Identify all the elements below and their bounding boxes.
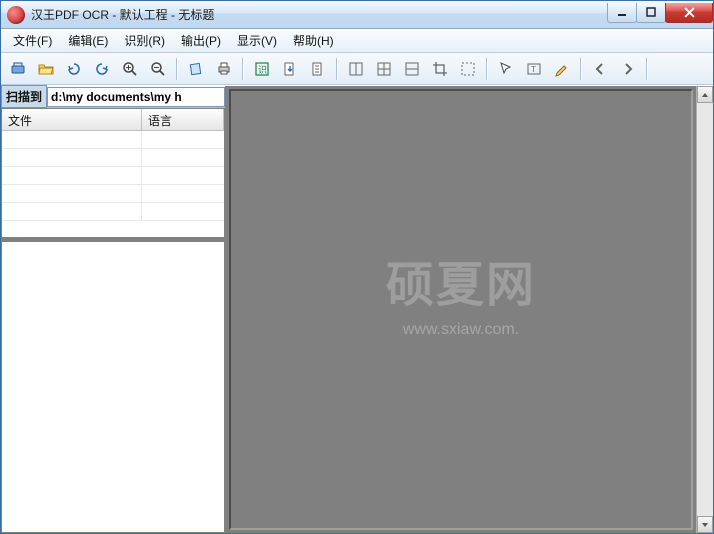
menu-view[interactable]: 显示(V) [229,29,285,52]
select-region-button[interactable] [455,56,481,82]
menu-file[interactable]: 文件(F) [5,29,60,52]
canvas-area: 硕夏网 www.sxiaw.com. [226,86,713,533]
app-window: 汉王PDF OCR - 默认工程 - 无标题 文件(F) 编辑(E) 识别(R)… [0,0,714,534]
table-row[interactable] [2,203,224,221]
menu-output[interactable]: 输出(P) [173,29,229,52]
zoom-in-button[interactable] [117,56,143,82]
svg-text:识: 识 [258,65,267,75]
svg-text:T: T [531,65,536,74]
pointer-button[interactable] [493,56,519,82]
table-row[interactable] [2,131,224,149]
menu-help[interactable]: 帮助(H) [285,29,342,52]
rotate-left-button[interactable] [61,56,87,82]
scan-to-label: 扫描到 [1,85,47,108]
app-icon [7,6,25,24]
table-row[interactable] [2,149,224,167]
layout-3-button[interactable] [399,56,425,82]
maximize-button[interactable] [636,3,666,23]
toolbar-separator [580,58,582,80]
menu-bar: 文件(F) 编辑(E) 识别(R) 输出(P) 显示(V) 帮助(H) [1,29,713,53]
prev-button[interactable] [587,56,613,82]
title-bar[interactable]: 汉王PDF OCR - 默认工程 - 无标题 [1,1,713,29]
layout-1-button[interactable] [343,56,369,82]
zoom-out-button[interactable] [145,56,171,82]
file-table-body[interactable] [2,131,224,237]
table-row[interactable] [2,167,224,185]
edit-button[interactable] [549,56,575,82]
open-button[interactable] [33,56,59,82]
export-button[interactable] [277,56,303,82]
rotate-right-button[interactable] [89,56,115,82]
print-button[interactable] [211,56,237,82]
watermark-text: 硕夏网 [386,245,536,315]
scan-path-field[interactable]: d:\my documents\my h [47,87,225,107]
menu-edit[interactable]: 编辑(E) [60,29,116,52]
toolbar-separator [176,58,178,80]
vertical-scrollbar[interactable] [696,86,713,533]
scan-destination-bar: 扫描到 d:\my documents\my h [1,86,225,108]
window-title: 汉王PDF OCR - 默认工程 - 无标题 [31,6,608,23]
scroll-track[interactable] [697,103,713,516]
toolbar-separator [336,58,338,80]
text-region-button[interactable]: T [521,56,547,82]
layout-2-button[interactable] [371,56,397,82]
col-file-header[interactable]: 文件 [2,109,142,130]
crop-button[interactable] [427,56,453,82]
close-button[interactable] [665,3,713,23]
file-table-header: 文件 语言 [2,109,224,131]
settings-button[interactable] [305,56,331,82]
scroll-down-button[interactable] [697,516,713,533]
toolbar-separator [646,58,648,80]
toolbar: 识 T [1,53,713,85]
toolbar-separator [486,58,488,80]
table-row[interactable] [2,185,224,203]
scanner-button[interactable] [5,56,31,82]
left-panel: 扫描到 d:\my documents\my h 文件 语言 [1,86,226,533]
deskew-button[interactable] [183,56,209,82]
file-table: 文件 语言 [1,108,225,238]
menu-recognize[interactable]: 识别(R) [116,29,173,52]
preview-panel[interactable] [1,241,225,533]
watermark: 硕夏网 www.sxiaw.com. [386,245,536,339]
minimize-button[interactable] [607,3,637,23]
next-button[interactable] [615,56,641,82]
watermark-url: www.sxiaw.com. [386,321,536,339]
workspace: 扫描到 d:\my documents\my h 文件 语言 [1,85,713,533]
recognize-button[interactable]: 识 [249,56,275,82]
scroll-up-button[interactable] [697,86,713,103]
toolbar-separator [242,58,244,80]
document-canvas[interactable]: 硕夏网 www.sxiaw.com. [229,89,693,530]
window-controls [608,3,713,23]
col-lang-header[interactable]: 语言 [142,109,224,130]
